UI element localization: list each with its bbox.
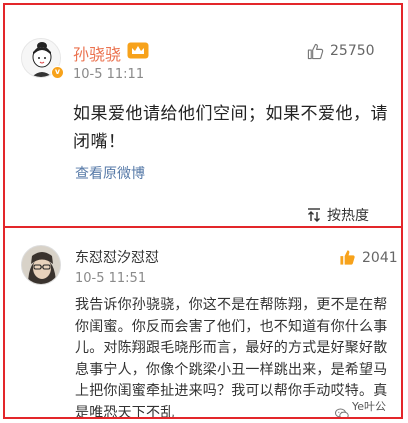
screenshot-frame: v 孙骁骁 10-5 11:11 25750 如果爱他请给他们空间；如果不爱他，… xyxy=(3,3,403,419)
comment-sort-bar: 按热度 xyxy=(5,205,401,229)
sort-by-hot-button[interactable]: 按热度 xyxy=(306,205,369,225)
watermark-text: Ye叶公子 xyxy=(352,400,387,417)
post-content: 如果爱他请给他们空间；如果不爱他，请闭嘴！ xyxy=(73,104,388,152)
post-author-name[interactable]: 孙骁骁 xyxy=(73,41,121,65)
wechat-icon xyxy=(335,408,349,417)
member-badge-icon[interactable] xyxy=(127,42,149,59)
wechat-watermark: Ye叶公子 xyxy=(333,400,401,417)
view-original-post-link[interactable]: 查看原微博 xyxy=(75,163,145,183)
sort-label: 按热度 xyxy=(327,208,369,224)
thumbs-up-icon xyxy=(307,43,324,59)
comment-author-avatar[interactable] xyxy=(21,245,61,285)
post-time: 10-5 11:11 xyxy=(73,67,145,82)
post-like-button[interactable]: 25750 xyxy=(307,41,375,61)
sort-icon xyxy=(308,208,320,222)
comment-time: 10-5 11:51 xyxy=(75,271,147,286)
comment-author-name[interactable]: 东怼怼汐怼怼 xyxy=(75,247,159,267)
thumbs-up-icon xyxy=(340,250,355,265)
post-like-count: 25750 xyxy=(330,43,375,59)
avatar-photo xyxy=(22,246,60,284)
comment-like-count: 2041 xyxy=(362,249,398,266)
original-post-card: v 孙骁骁 10-5 11:11 25750 如果爱他请给他们空间；如果不爱他，… xyxy=(5,5,401,228)
comment-item: 东怼怼汐怼怼 2041 10-5 11:51 我告诉你孙骁骁，你这不是在帮陈翔，… xyxy=(5,231,401,419)
verified-badge-icon: v xyxy=(51,66,64,79)
comment-like-button[interactable]: 2041 xyxy=(339,249,398,266)
comment-content: 我告诉你孙骁骁，你这不是在帮陈翔，更不是在帮你闺蜜。你反而会害了他们，也不知道有… xyxy=(75,297,388,419)
